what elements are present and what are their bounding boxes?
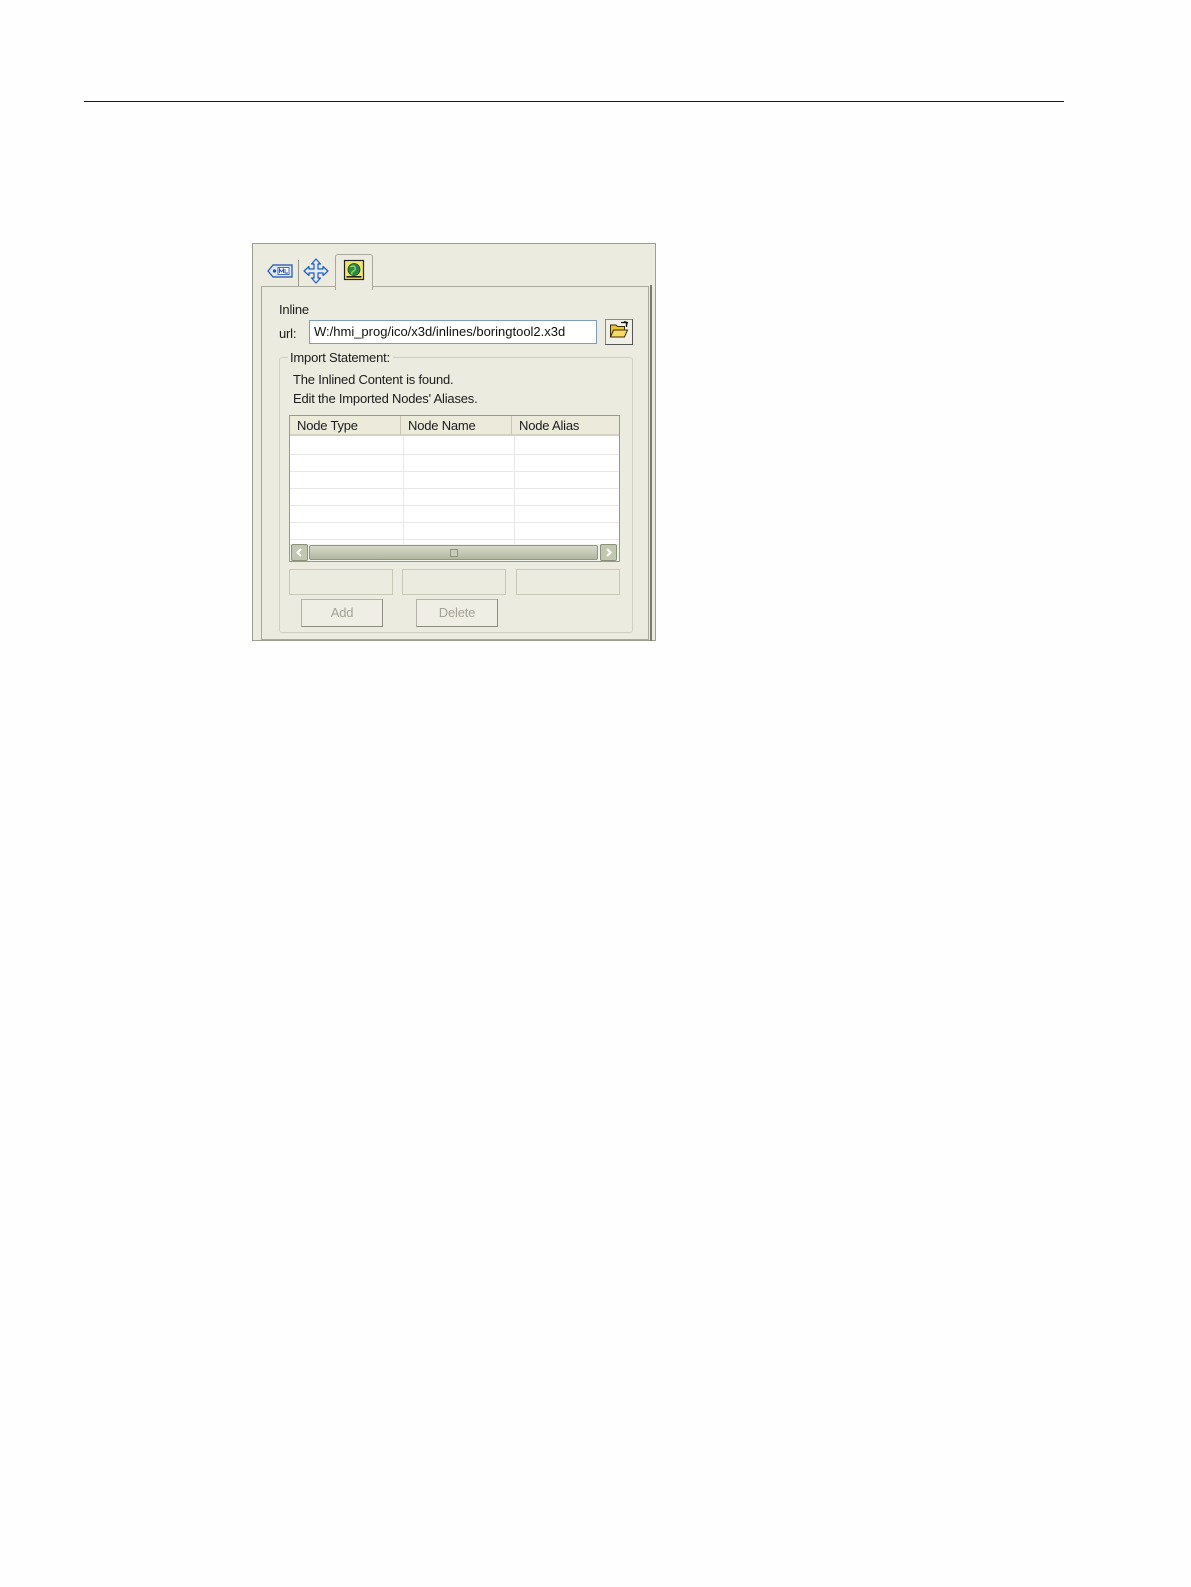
table-row[interactable] — [290, 454, 619, 455]
column-header-node-name[interactable]: Node Name — [401, 416, 512, 436]
node-alias-field[interactable] — [516, 569, 620, 595]
table-column-divider — [514, 436, 515, 544]
table-row[interactable] — [290, 505, 619, 506]
open-folder-icon — [609, 320, 629, 344]
scroll-thumb[interactable] — [309, 545, 598, 560]
tab-separator — [298, 260, 299, 286]
column-header-node-alias[interactable]: Node Alias — [512, 416, 619, 436]
chevron-right-icon — [604, 544, 613, 562]
chevron-left-icon — [295, 544, 304, 562]
table-row[interactable] — [290, 471, 619, 472]
tab-tag[interactable] — [265, 258, 295, 288]
move-arrows-icon — [303, 257, 329, 289]
grip-icon — [449, 548, 458, 557]
table-row[interactable] — [290, 488, 619, 489]
tab-inline[interactable] — [335, 254, 373, 290]
scroll-left-button[interactable] — [291, 544, 308, 561]
add-button[interactable]: Add — [301, 599, 383, 627]
delete-button[interactable]: Delete — [416, 599, 498, 627]
tab-transform[interactable] — [301, 257, 331, 289]
scroll-right-button[interactable] — [600, 544, 617, 561]
horizontal-scrollbar[interactable] — [290, 544, 619, 561]
inline-section-label: Inline — [279, 302, 309, 317]
table-column-divider — [403, 436, 404, 544]
imported-nodes-table[interactable]: Node Type Node Name Node Alias — [289, 415, 620, 562]
node-type-field[interactable] — [289, 569, 393, 595]
column-header-node-type[interactable]: Node Type — [290, 416, 401, 436]
browse-file-button[interactable] — [605, 319, 633, 345]
import-statement-title: Import Statement: — [288, 350, 393, 365]
url-label: url: — [279, 326, 297, 341]
inline-properties-panel: Inline url: W:/hmi_prog/ico/x3d/inlines/… — [252, 243, 656, 641]
url-input[interactable]: W:/hmi_prog/ico/x3d/inlines/boringtool2.… — [309, 320, 597, 344]
table-row[interactable] — [290, 522, 619, 523]
import-instruction-message: Edit the Imported Nodes' Aliases. — [293, 391, 478, 406]
tag-icon — [267, 263, 293, 283]
inline-globe-icon — [343, 259, 365, 286]
node-name-field[interactable] — [402, 569, 506, 595]
import-status-message: The Inlined Content is found. — [293, 372, 454, 387]
page-header-rule — [84, 101, 1064, 102]
table-row[interactable] — [290, 539, 619, 540]
